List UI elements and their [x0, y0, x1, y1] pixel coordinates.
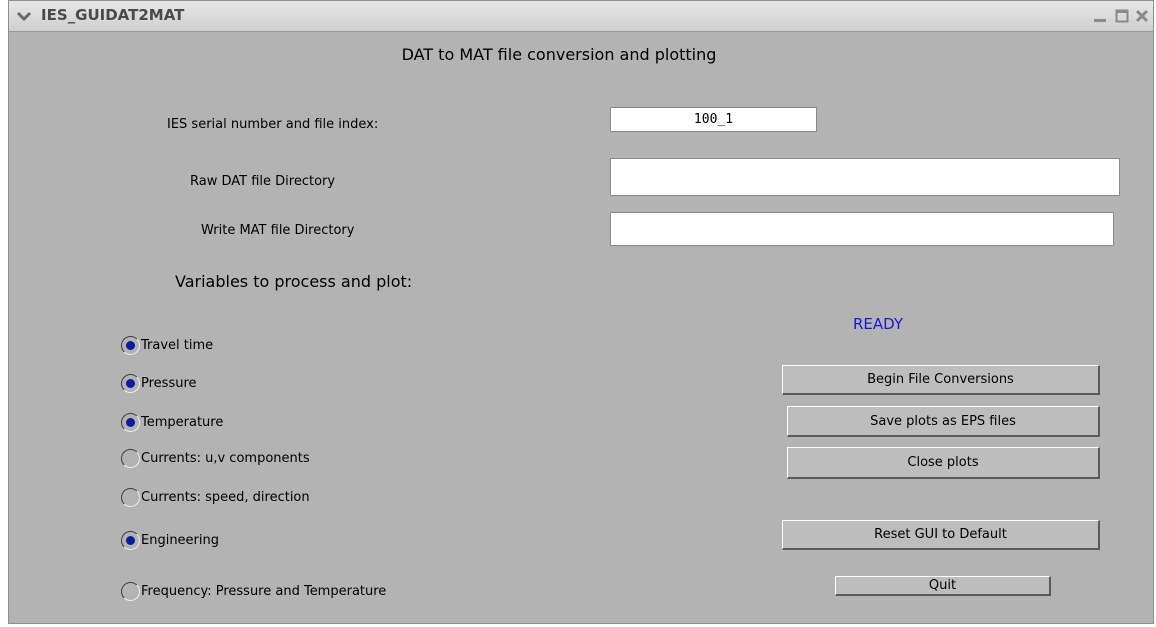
close-plots-button[interactable]: Close plots: [787, 447, 1100, 479]
save-eps-button[interactable]: Save plots as EPS files: [787, 406, 1100, 437]
variables-heading: Variables to process and plot:: [175, 272, 413, 291]
page-title: DAT to MAT file conversion and plotting: [401, 45, 717, 64]
variable-option[interactable]: Currents: speed, direction: [121, 488, 310, 507]
begin-conversions-button[interactable]: Begin File Conversions: [782, 365, 1100, 395]
radio-button[interactable]: [121, 336, 140, 355]
close-icon[interactable]: [1135, 9, 1149, 23]
title-bar: IES_GUIDAT2MAT: [9, 1, 1153, 32]
app-window: IES_GUIDAT2MAT DAT to MAT file conversio…: [8, 0, 1154, 624]
radio-button[interactable]: [121, 449, 140, 468]
variable-option-label: Frequency: Pressure and Temperature: [141, 584, 387, 599]
variable-option-label: Engineering: [141, 533, 219, 548]
variable-option[interactable]: Travel time: [121, 336, 213, 355]
serial-label: IES serial number and file index:: [167, 117, 379, 132]
minimize-icon[interactable]: [1093, 9, 1107, 23]
variable-option[interactable]: Frequency: Pressure and Temperature: [121, 582, 386, 601]
radio-button[interactable]: [121, 374, 140, 393]
variable-option-label: Pressure: [141, 376, 197, 391]
write-dir-label: Write MAT file Directory: [201, 223, 355, 238]
maximize-icon[interactable]: [1115, 9, 1129, 23]
window-title: IES_GUIDAT2MAT: [41, 6, 185, 24]
raw-dir-input[interactable]: [610, 158, 1120, 196]
variable-option-label: Temperature: [141, 415, 224, 430]
status-text: READY: [853, 315, 904, 333]
variable-option-label: Travel time: [141, 338, 214, 353]
serial-index-input[interactable]: [610, 107, 817, 132]
variable-option[interactable]: Temperature: [121, 413, 223, 432]
chevron-down-icon[interactable]: [15, 8, 33, 24]
radio-button[interactable]: [121, 413, 140, 432]
radio-button[interactable]: [121, 488, 140, 507]
variable-option-label: Currents: speed, direction: [141, 490, 310, 505]
variable-option[interactable]: Engineering: [121, 531, 219, 550]
radio-button[interactable]: [121, 531, 140, 550]
raw-dir-label: Raw DAT file Directory: [190, 174, 336, 189]
quit-button[interactable]: Quit: [835, 576, 1051, 596]
variable-option[interactable]: Pressure: [121, 374, 197, 393]
variable-option-label: Currents: u,v components: [141, 451, 310, 466]
variable-option[interactable]: Currents: u,v components: [121, 449, 310, 468]
write-dir-input[interactable]: [610, 212, 1114, 246]
reset-gui-button[interactable]: Reset GUI to Default: [782, 520, 1100, 550]
radio-button[interactable]: [121, 582, 140, 601]
